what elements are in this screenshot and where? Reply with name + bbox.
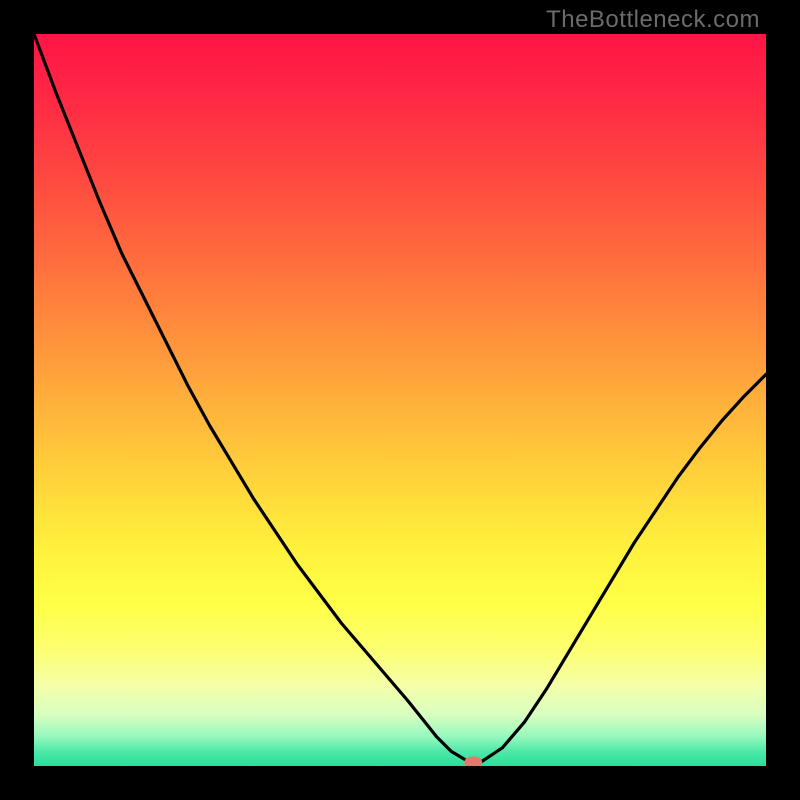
gradient-background xyxy=(34,34,766,766)
bottleneck-curve xyxy=(34,34,766,762)
curve-layer xyxy=(34,34,766,766)
gradient-rect xyxy=(34,34,766,766)
chart-frame: TheBottleneck.com xyxy=(0,0,800,800)
plot-area xyxy=(34,34,766,766)
watermark-text: TheBottleneck.com xyxy=(546,6,760,34)
optimal-point-marker xyxy=(464,756,482,766)
